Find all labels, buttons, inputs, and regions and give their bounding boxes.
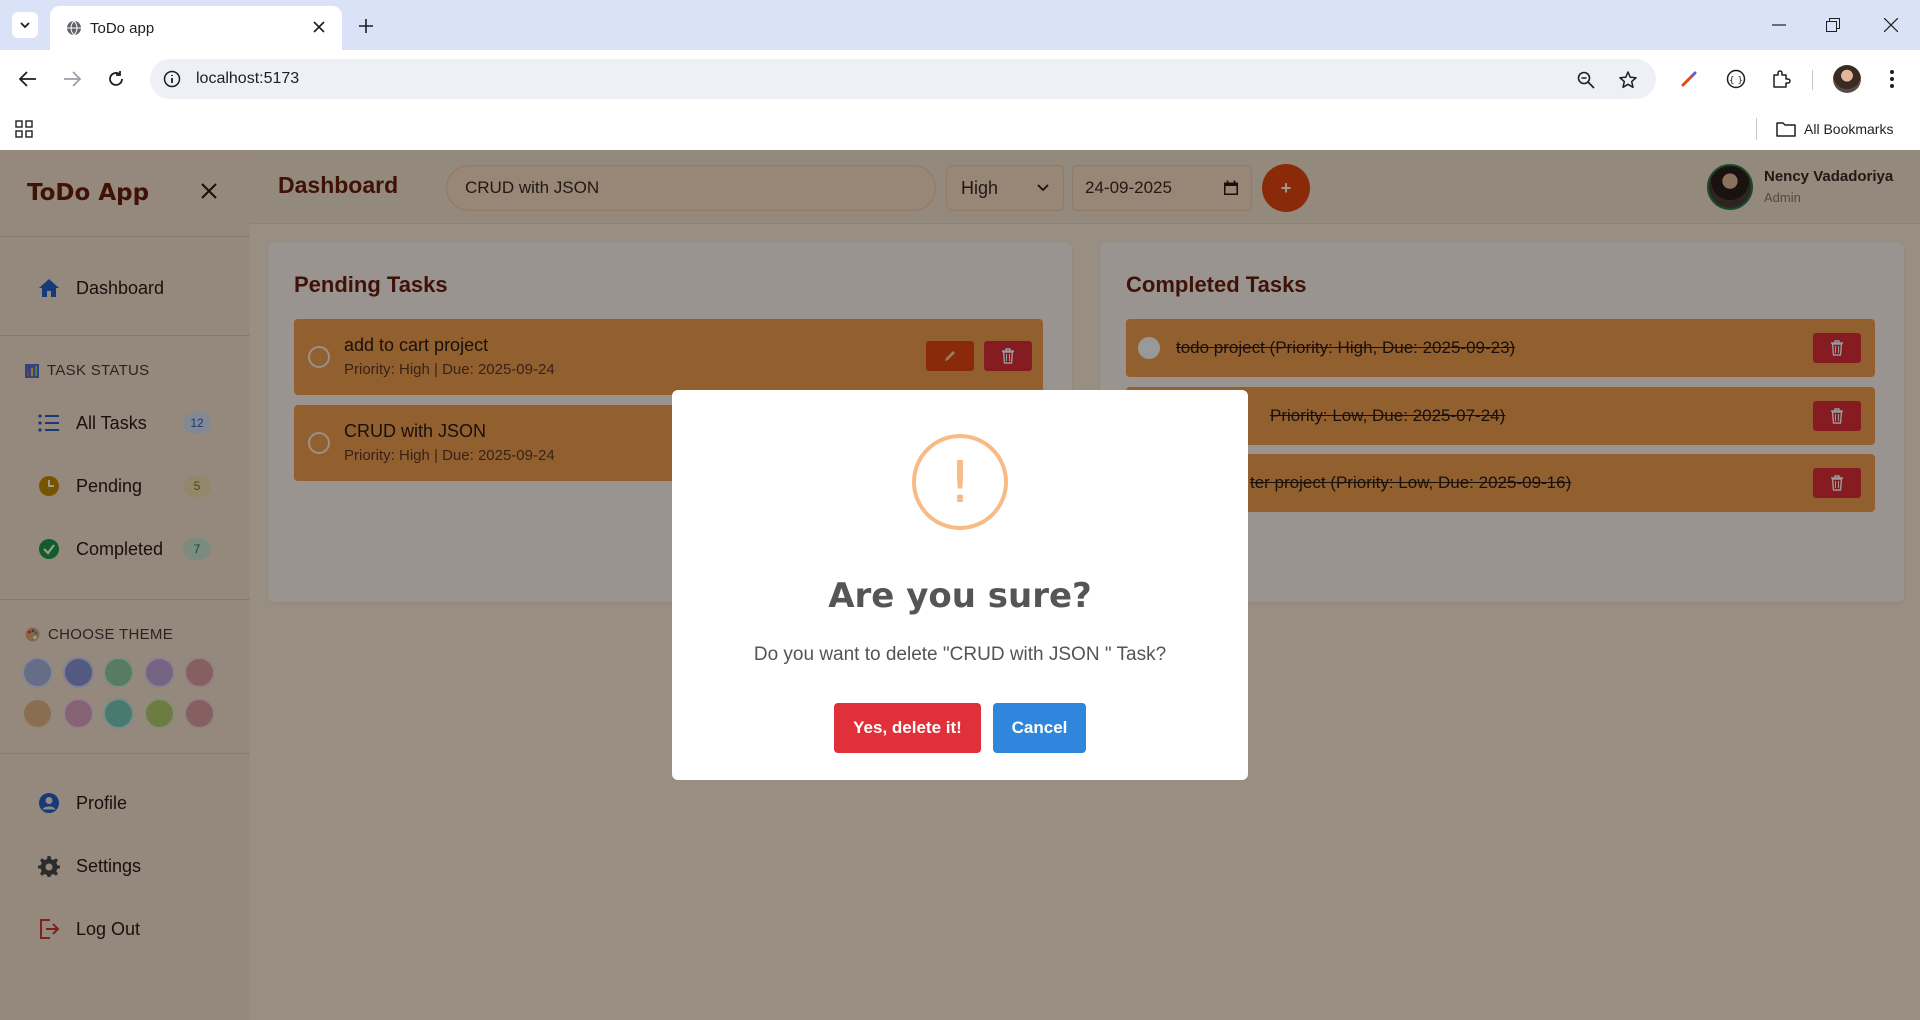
reload-button[interactable]: [100, 63, 132, 95]
new-tab-button[interactable]: [352, 12, 380, 40]
browser-tab[interactable]: ToDo app: [50, 6, 342, 50]
bookmarks-divider: [1756, 118, 1757, 140]
cancel-button[interactable]: Cancel: [993, 703, 1086, 753]
folder-icon: [1776, 122, 1796, 137]
all-bookmarks-button[interactable]: All Bookmarks: [1776, 118, 1893, 140]
plus-icon: [359, 19, 373, 33]
color-picker-extension-icon[interactable]: [1675, 65, 1703, 93]
dialog-message: Do you want to delete "CRUD with JSON " …: [753, 644, 1167, 665]
globe-icon: [64, 18, 84, 38]
extension-icon[interactable]: { }: [1722, 65, 1750, 93]
restore-button[interactable]: [1816, 10, 1850, 40]
warning-icon: !: [912, 434, 1008, 530]
tab-title: ToDo app: [90, 20, 155, 37]
chevron-down-icon: [20, 22, 30, 29]
arrow-right-icon: [64, 71, 81, 87]
close-window-button[interactable]: [1874, 10, 1908, 40]
more-menu-icon[interactable]: [1878, 65, 1906, 93]
reload-icon: [109, 71, 123, 86]
browser-toolbar: localhost:5173 { }: [0, 50, 1920, 108]
restore-icon: [1826, 18, 1840, 32]
browser-tab-bar: ToDo app: [0, 0, 1920, 50]
arrow-left-icon: [19, 71, 36, 87]
svg-text:{ }: { }: [1729, 76, 1743, 86]
minimize-icon: [1772, 24, 1786, 26]
back-button[interactable]: [12, 63, 44, 95]
all-bookmarks-label: All Bookmarks: [1804, 121, 1894, 137]
toolbar-divider: [1812, 70, 1813, 90]
zoom-icon[interactable]: [1574, 68, 1598, 92]
confirm-delete-dialog: ! Are you sure? Do you want to delete "C…: [672, 390, 1248, 780]
close-tab-icon[interactable]: [308, 16, 330, 38]
dialog-title: Are you sure?: [828, 576, 1092, 616]
confirm-delete-button[interactable]: Yes, delete it!: [834, 703, 981, 753]
browser-profile-avatar[interactable]: [1833, 65, 1861, 93]
site-info-icon[interactable]: [162, 69, 182, 89]
apps-grid-icon[interactable]: [12, 117, 36, 141]
address-bar[interactable]: localhost:5173: [150, 59, 1656, 99]
minimize-button[interactable]: [1762, 10, 1796, 40]
bookmarks-bar: All Bookmarks: [0, 108, 1920, 150]
close-icon: [1884, 18, 1898, 32]
puzzle-icon[interactable]: [1767, 65, 1795, 93]
url-text: localhost:5173: [196, 70, 300, 87]
tab-list-button[interactable]: [12, 12, 38, 38]
forward-button[interactable]: [56, 63, 88, 95]
bookmark-star-icon[interactable]: [1616, 68, 1640, 92]
